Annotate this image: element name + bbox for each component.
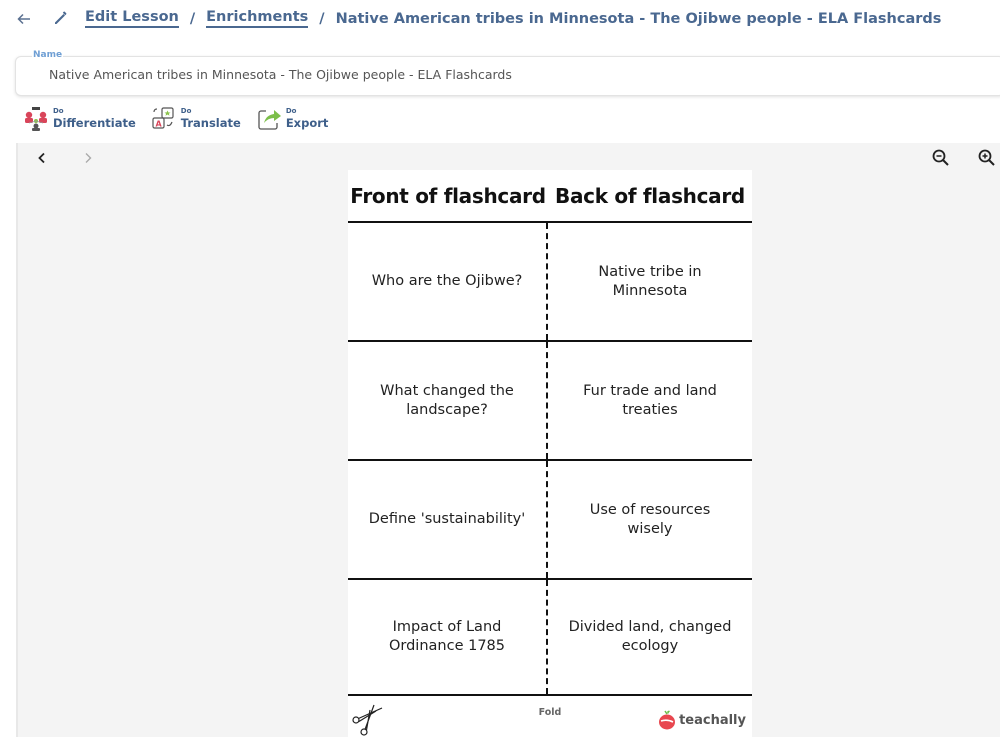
differentiate-icon	[22, 106, 50, 132]
flashcard-back: Native tribe in Minnesota	[598, 263, 702, 299]
name-label: Name	[32, 50, 64, 60]
breadcrumb-edit-lesson[interactable]: Edit Lesson	[85, 9, 179, 28]
zoom-in-icon	[978, 149, 995, 166]
zoom-out-button[interactable]	[930, 147, 952, 169]
differentiate-prefix: Do	[53, 107, 64, 116]
differentiate-button[interactable]: Do Differentiate	[22, 106, 136, 132]
translate-button[interactable]: A Do Translate	[150, 106, 241, 132]
translate-icon: A	[150, 106, 178, 132]
flashcard-page: Front of flashcard Back of flashcard Who…	[348, 170, 752, 737]
name-field[interactable]	[15, 56, 1000, 96]
breadcrumb: Edit Lesson / Enrichments / Native Ameri…	[85, 9, 941, 28]
header-bar: Edit Lesson / Enrichments / Native Ameri…	[0, 0, 1000, 40]
flashcard-front: What changed the landscape?	[348, 342, 548, 459]
breadcrumb-current: Native American tribes in Minnesota - Th…	[335, 10, 942, 27]
flashcard-row: What changed the landscape? Fur trade an…	[348, 340, 752, 459]
flashcard-front: Define 'sustainability'	[348, 461, 548, 578]
previous-page-button[interactable]	[32, 148, 52, 168]
flashcard-row: Define 'sustainability' Use of resources…	[348, 459, 752, 578]
export-prefix: Do	[285, 107, 297, 116]
name-input[interactable]	[49, 67, 949, 82]
export-icon	[255, 106, 283, 132]
translate-label: Translate	[180, 116, 241, 131]
flashcard-back: Use of resources wisely	[589, 501, 711, 537]
breadcrumb-enrichments[interactable]: Enrichments	[206, 9, 309, 28]
brand-name: teachally	[679, 712, 746, 728]
next-page-button[interactable]	[78, 148, 98, 168]
flashcard-list: Who are the Ojibwe? Native tribe in Minn…	[348, 221, 752, 696]
export-label: Export	[285, 116, 329, 131]
differentiate-label: Differentiate	[53, 116, 136, 131]
flashcard-back: Fur trade and land treaties	[583, 382, 717, 418]
export-button[interactable]: Do Export	[255, 106, 329, 132]
teachally-logo: teachally	[658, 710, 746, 730]
apple-logo-icon	[659, 710, 676, 730]
translate-prefix: Do	[180, 107, 192, 116]
flashcard-row: Who are the Ojibwe? Native tribe in Minn…	[348, 221, 752, 340]
zoom-out-icon	[932, 149, 949, 166]
svg-text:A: A	[155, 120, 162, 129]
document-viewer: Front of flashcard Back of flashcard Who…	[16, 143, 1000, 737]
zoom-in-button[interactable]	[976, 147, 998, 169]
pencil-icon	[52, 9, 70, 27]
chevron-right-icon	[85, 153, 92, 163]
column-headers: Front of flashcard Back of flashcard	[348, 170, 752, 222]
breadcrumb-separator: /	[319, 10, 325, 27]
flashcard-back: Divided land, changed ecology	[568, 619, 732, 654]
breadcrumb-separator: /	[189, 10, 196, 27]
flashcard-front: Impact of Land Ordinance 1785	[348, 580, 548, 694]
chevron-left-icon	[38, 152, 45, 164]
flashcard-row: Impact of Land Ordinance 1785 Divided la…	[348, 578, 752, 696]
arrow-left-icon	[17, 13, 30, 25]
back-column-header: Back of flashcard	[555, 184, 745, 208]
flashcard-front: Who are the Ojibwe?	[348, 223, 548, 340]
front-column-header: Front of flashcard	[350, 184, 546, 208]
back-button[interactable]	[14, 9, 34, 29]
action-toolbar: Do Differentiate A Do Translate Do Expor…	[22, 106, 342, 132]
